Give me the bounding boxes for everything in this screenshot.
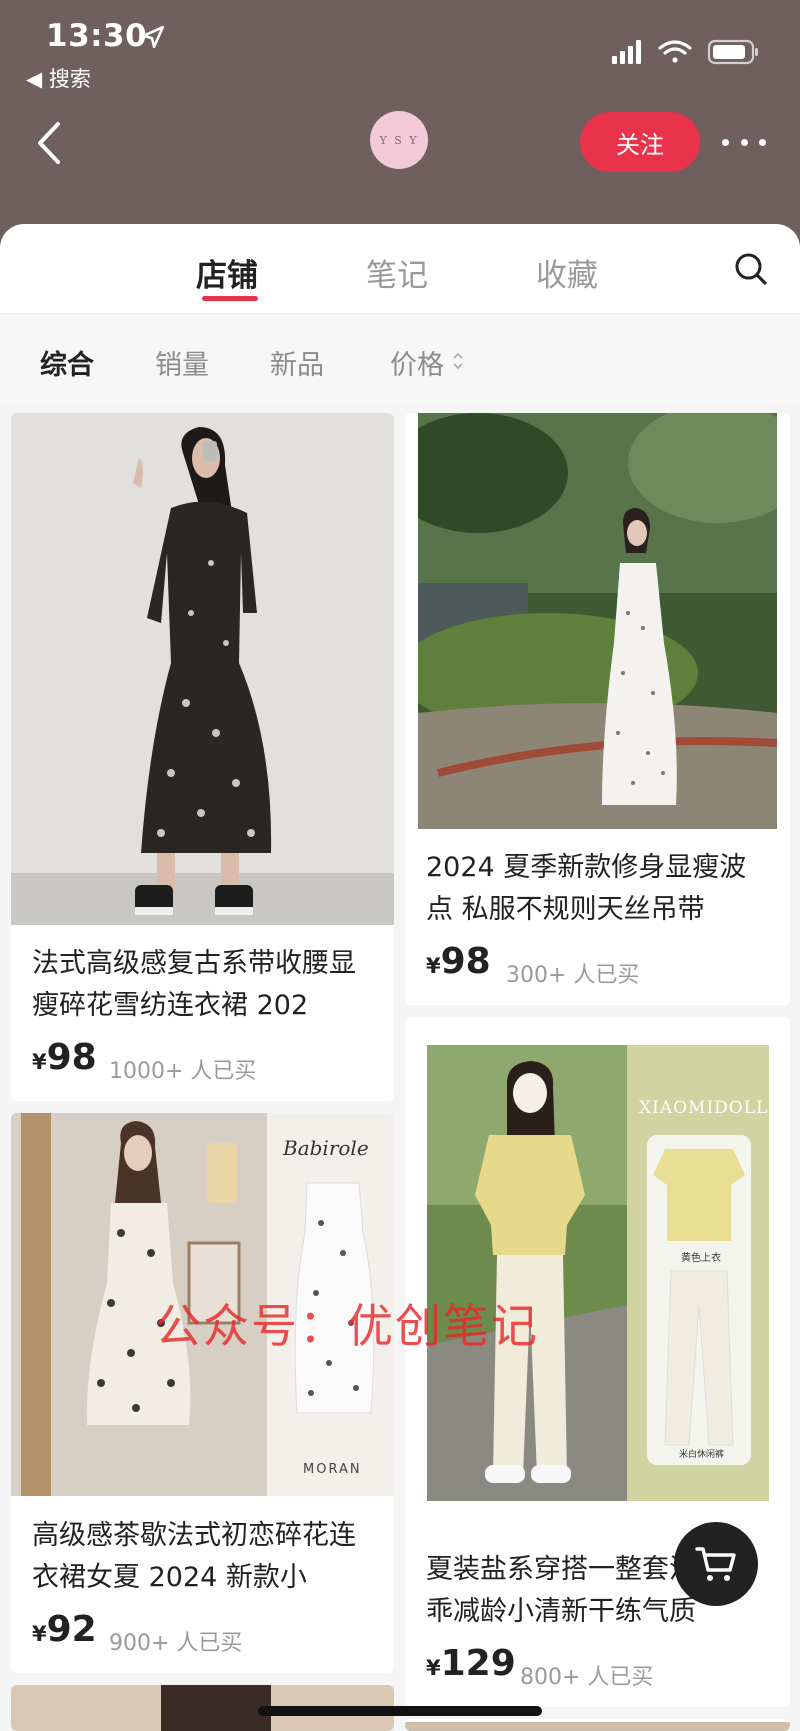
shop-tabs: 店铺 笔记 收藏 [0,224,800,314]
product-card[interactable]: XIAOMIDOLLS 黄色上衣 米白休闲裤 夏装盐系穿搭一整套活泼奶乖减龄小清… [405,1017,790,1707]
product-image[interactable] [405,1722,790,1731]
sort-price-arrows-icon [453,352,463,370]
sort-comprehensive[interactable]: 综合 [40,343,94,382]
svg-text:黄色上衣: 黄色上衣 [681,1251,721,1264]
product-image[interactable] [418,413,777,829]
search-icon[interactable] [734,252,768,286]
cart-button[interactable] [674,1522,758,1606]
svg-text:XIAOMIDOLLS: XIAOMIDOLLS [639,1098,769,1118]
follow-button[interactable]: 关注 [580,112,700,172]
watermark-text: 公众号：优创笔记 [155,1299,539,1353]
shopping-cart-icon [695,1547,736,1581]
tab-favorites[interactable]: 收藏 [536,250,598,295]
product-title[interactable]: 法式高级感复古系带收腰显瘦碎花雪纺连衣裙 202 [32,943,376,1027]
back-chevron-icon[interactable] [36,120,62,166]
product-price: ¥98 [32,1037,97,1078]
product-card[interactable]: Babirole MORAN 高级感茶歇法式初恋碎花连衣裙女夏 2024 新款小… [11,1113,394,1673]
product-image[interactable] [11,413,394,925]
shop-header: 13:30 ◀ 搜索 Y S Y 关注 [0,0,800,250]
sort-new[interactable]: 新品 [270,343,324,382]
product-title[interactable]: 高级感茶歇法式初恋碎花连衣裙女夏 2024 新款小 [32,1515,376,1599]
sold-count: 1000+ 人已买 [109,1059,257,1084]
product-card[interactable] [405,1719,790,1731]
product-title[interactable]: 2024 夏季新款修身显瘦波点 私服不规则天丝吊带 [426,847,772,931]
svg-text:米白休闲裤: 米白休闲裤 [679,1448,724,1460]
sort-bar: 综合 销量 新品 价格 [0,315,800,405]
product-image[interactable]: XIAOMIDOLLS 黄色上衣 米白休闲裤 [427,1045,769,1501]
product-price: ¥92 [32,1609,97,1650]
product-card[interactable]: 法式高级感复古系带收腰显瘦碎花雪纺连衣裙 202 ¥98 1000+ 人已买 [11,413,394,1101]
signal-icon [612,40,641,64]
product-card[interactable]: 2024 夏季新款修身显瘦波点 私服不规则天丝吊带 ¥98 300+ 人已买 [405,413,790,1005]
tab-shop[interactable]: 店铺 [196,250,258,295]
product-price: ¥129 [426,1643,516,1684]
price-value: 98 [46,1037,97,1078]
sold-count: 900+ 人已买 [109,1631,243,1656]
price-value: 98 [440,941,491,982]
currency-symbol: ¥ [32,1622,47,1646]
currency-symbol: ¥ [32,1050,47,1074]
battery-icon [707,39,758,65]
status-icons [612,39,758,65]
currency-symbol: ¥ [426,1656,441,1680]
sort-sales[interactable]: 销量 [155,343,209,382]
product-photo-yellow-top-outfit: XIAOMIDOLLS 黄色上衣 米白休闲裤 [427,1045,769,1501]
location-arrow-icon [141,25,165,49]
back-to-app-link[interactable]: ◀ 搜索 [26,63,91,93]
wifi-icon [658,40,692,63]
tab-notes[interactable]: 笔记 [366,250,428,295]
sold-count: 800+ 人已买 [520,1665,654,1690]
sort-price[interactable]: 价格 [390,343,444,382]
active-tab-underline [202,296,258,301]
svg-text:MORAN: MORAN [303,1462,362,1477]
back-to-app-label: 搜索 [48,67,91,91]
svg-text:Babirole: Babirole [282,1136,369,1160]
sold-count: 300+ 人已买 [506,963,640,988]
price-value: 92 [46,1609,97,1650]
currency-symbol: ¥ [426,954,441,978]
product-price: ¥98 [426,941,491,982]
status-time: 13:30 [46,18,148,54]
shop-logo-text: Y S Y [379,133,419,147]
product-photo-floral-dress [11,413,394,925]
price-value: 129 [440,1643,516,1684]
shop-avatar[interactable]: Y S Y [370,111,428,169]
small-back-triangle-icon: ◀ [26,67,49,91]
more-options-icon[interactable] [722,124,766,160]
product-photo-polka-dot-dress [418,413,777,829]
home-indicator[interactable] [258,1706,542,1716]
